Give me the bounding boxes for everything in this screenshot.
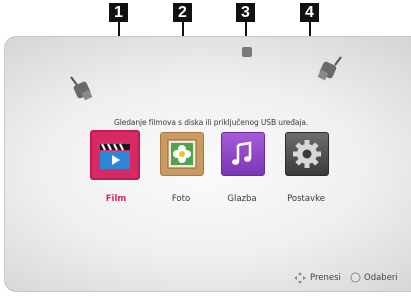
film-label[interactable]: Film [86,194,146,204]
callout-4: 4 [300,3,319,22]
tv-home-screen [4,36,411,292]
footer-move-label: Prenesi [310,273,341,283]
callout-3: 3 [236,3,255,22]
spotlight-icon [242,47,252,57]
callout-2: 2 [173,3,192,22]
music-note-icon [232,141,252,165]
foto-tile[interactable] [160,132,204,176]
flower-photo-icon [167,139,197,169]
foto-label[interactable]: Foto [151,194,211,204]
glazba-label[interactable]: Glazba [212,194,272,204]
navigation-arrows-icon [294,272,306,284]
menu-hint-text: Gledanje filmova s diska ili priključeno… [114,118,309,127]
postavke-label[interactable]: Postavke [276,194,336,204]
postavke-tile[interactable] [285,132,329,176]
spotlight-icon [317,56,342,81]
spotlight-icon [70,76,93,101]
footer-select-label: Odaberi [364,273,398,283]
glazba-tile[interactable] [221,132,265,176]
ok-button-icon [350,272,361,283]
film-tile[interactable] [90,130,140,180]
gear-icon [293,140,321,168]
film-clapperboard-icon [100,143,130,169]
callout-1: 1 [109,3,128,22]
